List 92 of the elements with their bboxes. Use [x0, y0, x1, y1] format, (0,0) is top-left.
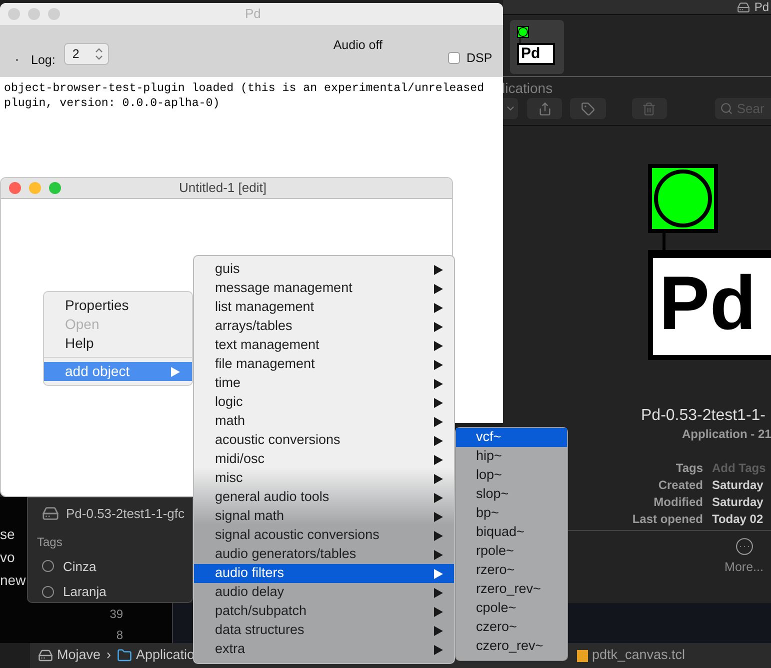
- menu-item[interactable]: list management: [194, 298, 454, 317]
- detail-value: Today 02: [712, 511, 764, 528]
- menu-item[interactable]: Help: [44, 334, 192, 353]
- bang-icon: [517, 26, 529, 43]
- line-number: 39: [110, 606, 124, 622]
- window-control-icon[interactable]: [29, 182, 41, 194]
- menu-item[interactable]: guis: [194, 260, 454, 279]
- window-title: Pd: [245, 5, 261, 24]
- menu-item[interactable]: time: [194, 374, 454, 393]
- detail-label: Last opened: [631, 511, 703, 528]
- stepper-arrows-icon: [95, 48, 104, 60]
- console-text: object-browser-test-plugin loaded (this is an experimental/unreleased plugin, version: 0.0.0-aplha-0): [3, 81, 486, 111]
- window-title: Pd: [754, 0, 770, 14]
- sidebar-item[interactable]: Pd-0.53-2test1-1-gfc: [42, 504, 192, 524]
- window-control-icon[interactable]: [9, 182, 21, 194]
- section-title: lications: [503, 79, 554, 98]
- text-fragment: vo: [0, 548, 16, 566]
- dsp-checkbox[interactable]: [448, 52, 460, 64]
- text-fragment: se: [0, 525, 16, 543]
- dsp-label: DSP: [466, 50, 492, 67]
- log-label: Log:: [31, 52, 56, 69]
- menu-item: Open: [64, 315, 100, 334]
- menu-item[interactable]: logic: [194, 393, 454, 412]
- folder-icon: [117, 648, 132, 663]
- audio-status: Audio off: [333, 37, 382, 54]
- file-name: Pd-0.53-2test1-1-: [640, 406, 767, 426]
- dropdown-button[interactable]: [503, 98, 518, 119]
- tag-button[interactable]: [570, 98, 606, 119]
- window-title: Untitled-1 [edit]: [179, 179, 266, 198]
- window-control-icon[interactable]: [49, 182, 61, 194]
- menu-item[interactable]: rzero~: [456, 561, 567, 580]
- line-number: 8: [116, 627, 124, 643]
- menu-item[interactable]: biquad~: [456, 523, 567, 542]
- menu-item[interactable]: audio generators/tables: [194, 545, 454, 564]
- menu-item[interactable]: file management: [194, 355, 454, 374]
- menu-item[interactable]: text management: [194, 336, 454, 355]
- section-heading: Tags: [37, 534, 64, 550]
- detail-value: Saturday: [712, 494, 764, 511]
- logo-text: Pd: [517, 43, 555, 65]
- detail-label: Tags: [674, 460, 703, 477]
- tag-item[interactable]: Laranja: [42, 582, 192, 602]
- menu-item[interactable]: midi/osc: [194, 450, 454, 469]
- tag-icon: [580, 102, 595, 116]
- menu-item[interactable]: audio filters: [194, 564, 454, 583]
- text-fragment: new: [0, 571, 26, 589]
- menu-item[interactable]: acoustic conversions: [194, 431, 454, 450]
- path-item[interactable]: Applicatio: [117, 645, 195, 666]
- search-icon: [720, 102, 733, 115]
- trash-button[interactable]: [632, 98, 667, 119]
- bang-icon: [648, 164, 718, 250]
- menu-item[interactable]: czero~: [456, 618, 567, 637]
- menu-item[interactable]: audio delay: [194, 583, 454, 602]
- window-control-icon[interactable]: [8, 8, 20, 20]
- path-item[interactable]: Mojave: [38, 645, 101, 666]
- logo-text: Pd: [648, 250, 771, 360]
- menu-item[interactable]: cpole~: [456, 599, 567, 618]
- menu-item[interactable]: lop~: [456, 466, 567, 485]
- menu-item[interactable]: rzero_rev~: [456, 580, 567, 599]
- menu-item[interactable]: arrays/tables: [194, 317, 454, 336]
- tag-item[interactable]: Cinza: [42, 556, 192, 576]
- log-level-stepper[interactable]: 2: [64, 43, 110, 65]
- menu-item[interactable]: vcf~: [456, 428, 567, 447]
- menu-item[interactable]: misc: [194, 469, 454, 488]
- detail-label: Modified: [652, 494, 703, 511]
- menu-item[interactable]: czero_rev~: [456, 637, 567, 656]
- file-item[interactable]: pdtk_canvas.tcl: [577, 645, 686, 666]
- ellipsis-icon: [734, 537, 754, 556]
- window-control-icon[interactable]: [48, 8, 60, 20]
- more-button[interactable]: More...: [724, 537, 764, 577]
- file-icon: [577, 650, 588, 662]
- path-separator: ›: [106, 646, 112, 664]
- share-icon: [538, 102, 552, 116]
- detail-label: Created: [657, 477, 703, 494]
- detail-value: Saturday: [712, 477, 764, 494]
- menu-item[interactable]: math: [194, 412, 454, 431]
- trash-icon: [642, 102, 656, 116]
- file-kind: Application - 21: [681, 426, 771, 442]
- menu-item[interactable]: bp~: [456, 504, 567, 523]
- menu-item[interactable]: general audio tools: [194, 488, 454, 507]
- menu-item[interactable]: patch/subpatch: [194, 602, 454, 621]
- menu-item[interactable]: message management: [194, 279, 454, 298]
- app-thumbnail[interactable]: Pd: [510, 20, 564, 74]
- menu-item[interactable]: rpole~: [456, 542, 567, 561]
- menu-item[interactable]: signal math: [194, 507, 454, 526]
- share-button[interactable]: [526, 98, 562, 119]
- menu-item[interactable]: Properties: [44, 296, 192, 315]
- window-control-icon[interactable]: [28, 8, 40, 20]
- menu-item[interactable]: extra: [194, 640, 454, 659]
- menu-item[interactable]: data structures: [194, 621, 454, 640]
- menu-item[interactable]: slop~: [456, 485, 567, 504]
- menu-item[interactable]: hip~: [456, 447, 567, 466]
- menu-item[interactable]: signal acoustic conversions: [194, 526, 454, 545]
